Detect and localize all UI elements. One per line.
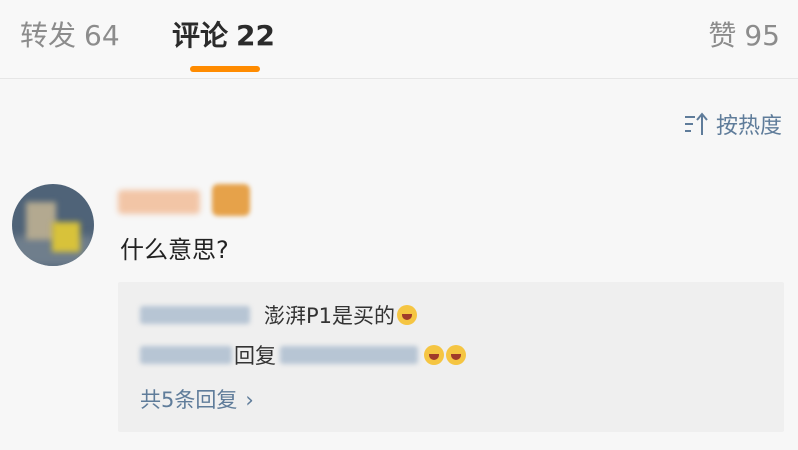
crying-emoji-icon — [424, 345, 444, 365]
avatar[interactable] — [12, 184, 94, 266]
tab-repost[interactable]: 转发 64 — [20, 14, 120, 54]
tab-comments[interactable]: 评论 22 — [172, 14, 275, 54]
sort-icon — [684, 112, 708, 135]
active-tab-indicator — [190, 66, 260, 72]
comment-text: 什么意思? — [120, 236, 229, 264]
tab-repost-count: 64 — [84, 19, 120, 52]
comments-page: 转发 64 评论 22 赞 95 按热度 什么意思? 澎湃P1是买的 回复 共5… — [0, 0, 798, 450]
crying-emoji-icon — [446, 345, 466, 365]
reply-target-blurred — [280, 346, 418, 364]
reply-item: 回复 — [140, 340, 466, 370]
expand-replies-link[interactable]: 共5条回复 › — [140, 384, 254, 414]
sort-label: 按热度 — [715, 114, 782, 139]
reply-username-blurred — [140, 306, 250, 324]
replies-box[interactable]: 澎湃P1是买的 回复 共5条回复 › — [118, 282, 784, 432]
reply-prefix: 回复 — [234, 344, 276, 368]
chevron-right-icon: › — [245, 388, 254, 412]
reply-username-blurred — [140, 346, 232, 364]
tab-repost-label: 转发 — [20, 19, 77, 52]
reply-item: 澎湃P1是买的 — [140, 300, 418, 330]
reply-text: 澎湃P1是买的 — [264, 304, 396, 328]
tab-comments-label: 评论 — [172, 19, 229, 52]
tab-bar: 转发 64 评论 22 赞 95 — [0, 0, 798, 79]
username-blurred[interactable] — [118, 190, 200, 214]
tab-likes[interactable]: 赞 95 — [708, 14, 780, 54]
expand-replies-label: 共5条回复 — [140, 388, 238, 412]
tab-likes-label: 赞 — [708, 19, 737, 52]
tab-likes-count: 95 — [744, 19, 780, 52]
user-badge-icon — [212, 184, 250, 216]
laughing-emoji-icon — [397, 305, 418, 325]
sort-by-hot-button[interactable]: 按热度 — [684, 108, 782, 140]
tab-comments-count: 22 — [236, 19, 275, 52]
